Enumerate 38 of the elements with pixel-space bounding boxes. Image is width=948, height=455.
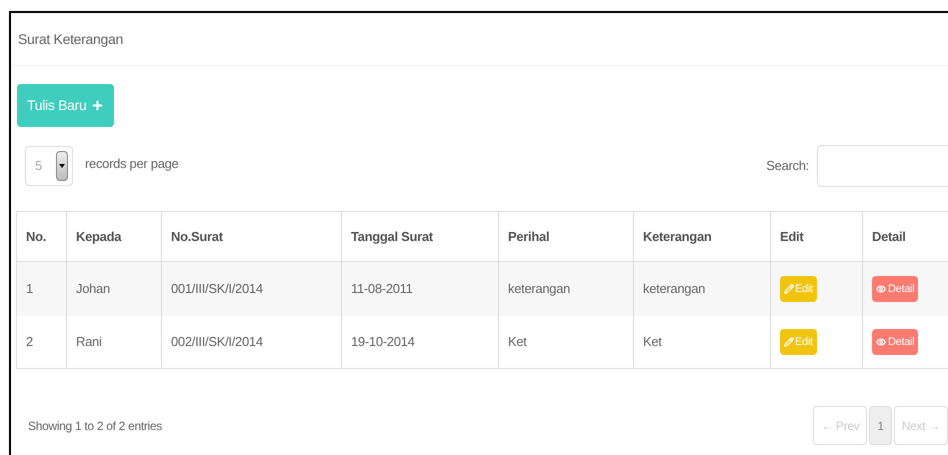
table-cell: 001/III/SK/I/2014: [171, 281, 263, 296]
table-cell: keterangan: [508, 281, 570, 296]
pencil-icon: [784, 336, 794, 347]
edit-button[interactable]: Edit: [780, 276, 817, 302]
table-cell: Ket: [643, 334, 662, 349]
table-cell: Rani: [76, 334, 102, 349]
column-header: No.: [26, 228, 46, 244]
caret-icon: [56, 151, 68, 181]
column-header: Keterangan: [643, 228, 712, 244]
pagination-button[interactable]: 1: [869, 406, 892, 445]
entries-info: Showing 1 to 2 of 2 entries: [28, 418, 162, 434]
detail-button[interactable]: Detail: [872, 276, 918, 302]
search-label: Search:: [766, 157, 809, 176]
table-cell: 2: [26, 334, 33, 349]
table-cell: keterangan: [643, 281, 706, 296]
column-header: Edit: [780, 228, 804, 244]
column-header: Kepada: [76, 228, 122, 244]
table-cell: 002/III/SK/I/2014: [171, 334, 263, 349]
plus-icon: [90, 99, 104, 112]
new-button[interactable]: Tulis Baru: [17, 84, 114, 127]
page-size-select[interactable]: 5: [25, 146, 73, 186]
eye-icon: [876, 284, 886, 294]
edit-button[interactable]: Edit: [780, 328, 817, 355]
column-header: Detail: [872, 228, 906, 244]
eye-icon: [876, 336, 886, 347]
page-size-label: records per page: [85, 155, 178, 174]
table-cell: 19-10-2014: [351, 334, 414, 349]
search-field[interactable]: [817, 145, 948, 187]
column-header: Perihal: [508, 228, 550, 244]
table-cell: 11-08-2011: [351, 281, 413, 296]
table-cell: Ket: [508, 334, 527, 349]
panel-title: Surat Keterangan: [18, 30, 123, 49]
table-cell: 1: [26, 281, 33, 296]
detail-button[interactable]: Detail: [872, 328, 918, 355]
column-header: No.Surat: [171, 228, 223, 244]
column-header: Tanggal Surat: [351, 228, 433, 244]
pencil-icon: [784, 284, 794, 294]
table-cell: Johan: [76, 281, 110, 296]
